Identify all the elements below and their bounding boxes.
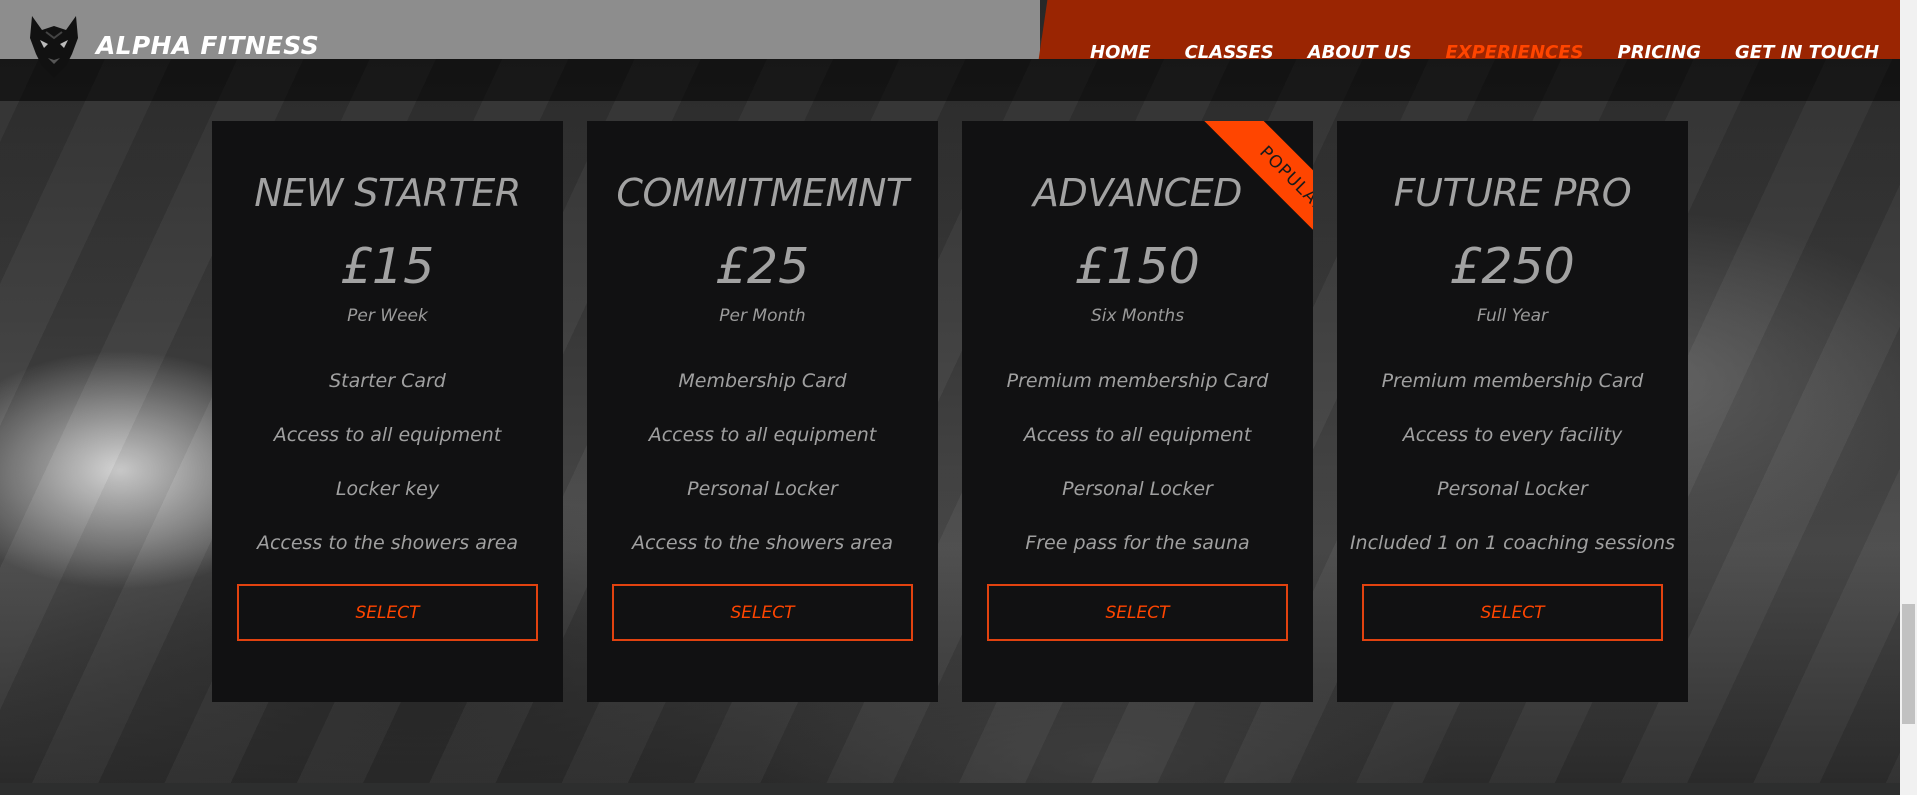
footer-strip — [0, 783, 1900, 795]
plan-feature: Personal Locker — [687, 478, 838, 500]
plan-period: Full Year — [1476, 306, 1549, 326]
plan-price: £150 — [1075, 238, 1200, 295]
plan-feature: Personal Locker — [1437, 478, 1588, 500]
plan-period: Six Months — [1090, 306, 1185, 326]
plan-feature: Access to every facility — [1402, 424, 1623, 446]
select-button-advanced[interactable]: SELECT — [987, 584, 1288, 641]
plan-feature: Free pass for the sauna — [1025, 532, 1250, 554]
plan-card-future-pro: FUTURE PRO £250 Full Year Premium member… — [1337, 121, 1688, 702]
plan-title: COMMITMEMNT — [616, 171, 909, 215]
plan-feature: Access to all equipment — [648, 424, 877, 446]
header-shadow-bar — [0, 59, 1900, 101]
wolf-icon[interactable] — [26, 14, 82, 80]
plan-period: Per Month — [719, 306, 806, 326]
nav-get-in-touch[interactable]: GET IN TOUCH — [1735, 42, 1879, 63]
plan-feature: Access to all equipment — [1023, 424, 1252, 446]
plan-title: ADVANCED — [1033, 171, 1242, 215]
plan-feature: Access to the showers area — [256, 532, 519, 554]
scrollbar-thumb[interactable] — [1902, 604, 1915, 724]
plan-period: Per Week — [347, 306, 428, 326]
plan-title: NEW STARTER — [254, 171, 521, 215]
nav-about-us[interactable]: ABOUT US — [1308, 42, 1412, 63]
select-button-future-pro[interactable]: SELECT — [1362, 584, 1663, 641]
main-nav: HOME CLASSES ABOUT US EXPERIENCES PRICIN… — [1090, 42, 1879, 63]
select-button-new-starter[interactable]: SELECT — [237, 584, 538, 641]
brand-name[interactable]: ALPHA FITNESS — [96, 31, 319, 60]
nav-home[interactable]: HOME — [1090, 42, 1151, 63]
plan-feature: Personal Locker — [1062, 478, 1213, 500]
plan-price: £25 — [715, 238, 810, 295]
nav-pricing[interactable]: PRICING — [1618, 42, 1702, 63]
plan-feature: Premium membership Card — [1381, 370, 1644, 392]
plan-feature: Starter Card — [329, 370, 446, 392]
plan-card-advanced: POPULAR ADVANCED £150 Six Months Premium… — [962, 121, 1313, 702]
nav-experiences[interactable]: EXPERIENCES — [1445, 42, 1583, 63]
plan-feature: Locker key — [335, 478, 440, 500]
plan-card-new-starter: NEW STARTER £15 Per Week Starter Card Ac… — [212, 121, 563, 702]
select-button-commitment[interactable]: SELECT — [612, 584, 913, 641]
plan-feature: Premium membership Card — [1006, 370, 1269, 392]
plan-title: FUTURE PRO — [1393, 171, 1632, 215]
plan-feature: Access to the showers area — [631, 532, 894, 554]
plan-card-commitment: COMMITMEMNT £25 Per Month Membership Car… — [587, 121, 938, 702]
nav-classes[interactable]: CLASSES — [1185, 42, 1274, 63]
plan-price: £250 — [1450, 238, 1575, 295]
plan-feature: Included 1 on 1 coaching sessions — [1349, 532, 1676, 554]
plan-price: £15 — [340, 238, 435, 295]
plan-feature: Access to all equipment — [273, 424, 502, 446]
plan-feature: Membership Card — [678, 370, 847, 392]
